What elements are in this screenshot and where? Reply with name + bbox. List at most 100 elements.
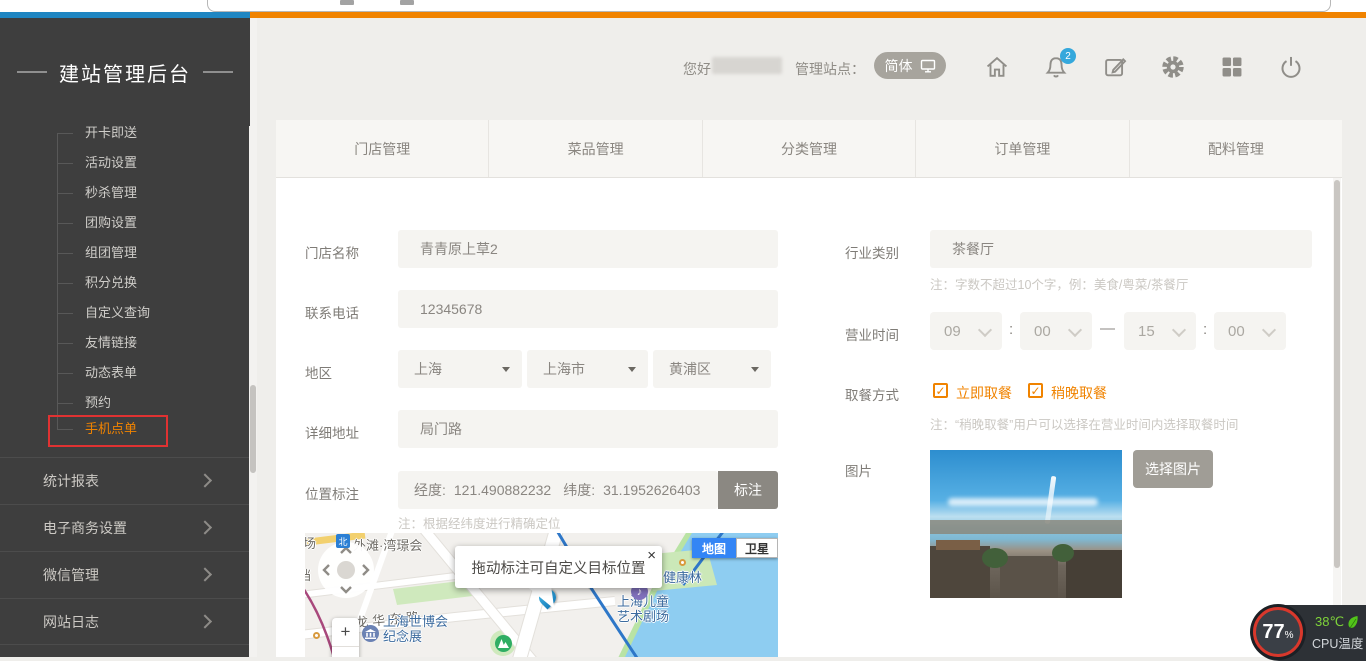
address-bar-fragment (207, 0, 1331, 12)
open-minute-select[interactable]: 00 (1020, 312, 1092, 350)
pickup-later-label[interactable]: 稍晚取餐 (1051, 383, 1107, 403)
address-label: 详细地址 (305, 422, 359, 442)
lat-label: 纬度: (563, 480, 595, 500)
settings-gear-icon[interactable] (1160, 54, 1186, 80)
time-dash: — (1100, 320, 1115, 337)
district-value: 黄浦区 (669, 359, 711, 379)
museum-icon (362, 625, 379, 642)
map-mode-button[interactable]: 地图 (692, 538, 736, 558)
zoom-in-button[interactable]: + (332, 618, 359, 647)
sidebar-scrollbar-track[interactable] (249, 18, 257, 657)
phone-input[interactable]: 12345678 (398, 290, 778, 328)
phone-label: 联系电话 (305, 302, 359, 322)
lat-value: 31.1952626403 (603, 482, 700, 498)
title-dash-right (203, 71, 233, 73)
industry-input[interactable]: 茶餐厅 (930, 230, 1312, 268)
position-hint: 注：根据经纬度进行精确定位 (398, 513, 561, 532)
map-label-park: 健康林 (663, 571, 702, 585)
edit-icon[interactable] (1102, 54, 1128, 80)
chevron-down-icon (1068, 323, 1082, 337)
park-mountain-icon (495, 635, 512, 652)
pickup-now-label[interactable]: 立即取餐 (956, 383, 1012, 403)
section-label: 微信管理 (43, 565, 99, 585)
hours-label: 营业时间 (845, 324, 899, 344)
sidebar-section-weixin-guanli[interactable]: 微信管理 (0, 551, 250, 598)
store-name-input[interactable]: 青青原上草2 (398, 230, 778, 268)
close-hour-select[interactable]: 15 (1124, 312, 1196, 350)
greeting-text: 您好 (683, 59, 711, 79)
sidebar-item-dongtai-biaodan[interactable]: 动态表单 (0, 358, 250, 388)
pickup-later-checkbox[interactable]: ✓ (1028, 383, 1043, 398)
photo-building (930, 546, 990, 598)
drag-hint-bubble: 拖动标注可自定义目标位置 × (455, 546, 662, 588)
tab-category-management[interactable]: 分类管理 (703, 120, 916, 177)
map-type-toggle: 地图 卫星 (692, 538, 778, 558)
sidebar-item-tuangou-shezhi[interactable]: 团购设置 (0, 208, 250, 238)
bubble-close-icon[interactable]: × (647, 547, 656, 564)
poi-dot (313, 632, 320, 639)
dropdown-arrow-icon (628, 367, 636, 372)
pickup-hint: 注：“稍晚取餐”用户可以选择在营业时间内选择取餐时间 (930, 414, 1238, 433)
store-photo-thumbnail (930, 450, 1122, 598)
sidebar: 开卡即送 活动设置 秒杀管理 团购设置 组团管理 积分兑换 自定义查询 友情链接… (0, 18, 250, 657)
location-map[interactable]: 场 挡 外滩·湾璟会 龙华东路 上海世博会 纪念展 上海儿童 艺术剧场 健康林 … (305, 533, 778, 657)
sidebar-sections: 统计报表 电子商务设置 微信管理 网站日志 (0, 457, 250, 645)
province-select[interactable]: 上海 (398, 350, 522, 388)
apps-grid-icon[interactable] (1219, 54, 1245, 80)
module-tabbar: 门店管理 菜品管理 分类管理 订单管理 配料管理 (276, 120, 1342, 178)
time-colon: : (1203, 321, 1207, 338)
content-scrollbar-thumb[interactable] (1334, 180, 1340, 568)
home-icon[interactable] (984, 54, 1010, 80)
bubble-text: 拖动标注可自定义目标位置 (455, 557, 662, 578)
dropdown-arrow-icon (502, 367, 510, 372)
chevron-down-icon (1262, 323, 1276, 337)
zoom-out-button[interactable]: − (332, 647, 359, 657)
choose-image-button[interactable]: 选择图片 (1133, 450, 1213, 488)
sidebar-item-huodong-shezhi[interactable]: 活动设置 (0, 148, 250, 178)
title-dash-left (17, 71, 47, 73)
sidebar-section-wangzhan-rizhi[interactable]: 网站日志 (0, 598, 250, 645)
chevron-down-icon (978, 323, 992, 337)
close-minute-select[interactable]: 00 (1214, 312, 1286, 350)
power-logout-icon[interactable] (1278, 54, 1304, 80)
sidebar-item-zutuan-guanli[interactable]: 组团管理 (0, 238, 250, 268)
district-select[interactable]: 黄浦区 (653, 350, 771, 388)
sidebar-title-block: 建站管理后台 (0, 18, 250, 126)
satellite-mode-button[interactable]: 卫星 (736, 538, 778, 558)
map-label-expo-line1: 上海世博会 (383, 615, 448, 629)
open-hour-select[interactable]: 09 (930, 312, 1002, 350)
sidebar-scrollbar-thumb[interactable] (250, 385, 256, 473)
position-coords-box[interactable]: 经度: 121.490882232 纬度: 31.1952626403 (398, 471, 718, 509)
sidebar-section-tongji-baobiao[interactable]: 统计报表 (0, 457, 250, 504)
map-label-clipped-top: 场 (305, 533, 316, 552)
tab-dish-management[interactable]: 菜品管理 (489, 120, 702, 177)
pickup-now-checkbox[interactable]: ✓ (933, 383, 948, 398)
sidebar-section-dianzi-shangwu[interactable]: 电子商务设置 (0, 504, 250, 551)
mark-position-button[interactable]: 标注 (718, 471, 778, 509)
lng-value: 121.490882232 (454, 482, 551, 498)
position-label: 位置标注 (305, 483, 359, 503)
chevron-right-icon (198, 520, 212, 534)
tab-ingredient-management[interactable]: 配料管理 (1130, 120, 1342, 177)
cpu-temperature-widget: 77 % 38℃ CPU温度 (1251, 605, 1366, 661)
tab-store-management[interactable]: 门店管理 (276, 120, 489, 177)
language-switch-button[interactable]: 简体 (874, 52, 946, 79)
chevron-down-icon (1172, 323, 1186, 337)
tab-order-management[interactable]: 订单管理 (916, 120, 1129, 177)
sidebar-item-miaosha-guanli[interactable]: 秒杀管理 (0, 178, 250, 208)
map-pan-compass[interactable] (317, 541, 375, 599)
monitor-icon (920, 59, 936, 73)
sidebar-item-jifen-duihuan[interactable]: 积分兑换 (0, 268, 250, 298)
section-label: 电子商务设置 (43, 518, 127, 538)
close-minute-value: 00 (1228, 323, 1245, 340)
image-label: 图片 (845, 460, 872, 480)
province-value: 上海 (414, 359, 442, 379)
industry-hint: 注：字数不超过10个字，例：美食/粤菜/茶餐厅 (930, 274, 1188, 293)
address-input[interactable]: 局门路 (398, 410, 778, 448)
cpu-usage-gauge: 77 % (1253, 607, 1303, 657)
section-label: 网站日志 (43, 612, 99, 632)
sidebar-item-youqing-lianjie[interactable]: 友情链接 (0, 328, 250, 358)
city-select[interactable]: 上海市 (527, 350, 648, 388)
photo-building (1000, 556, 1058, 598)
sidebar-item-zidingyi-chaxun[interactable]: 自定义查询 (0, 298, 250, 328)
